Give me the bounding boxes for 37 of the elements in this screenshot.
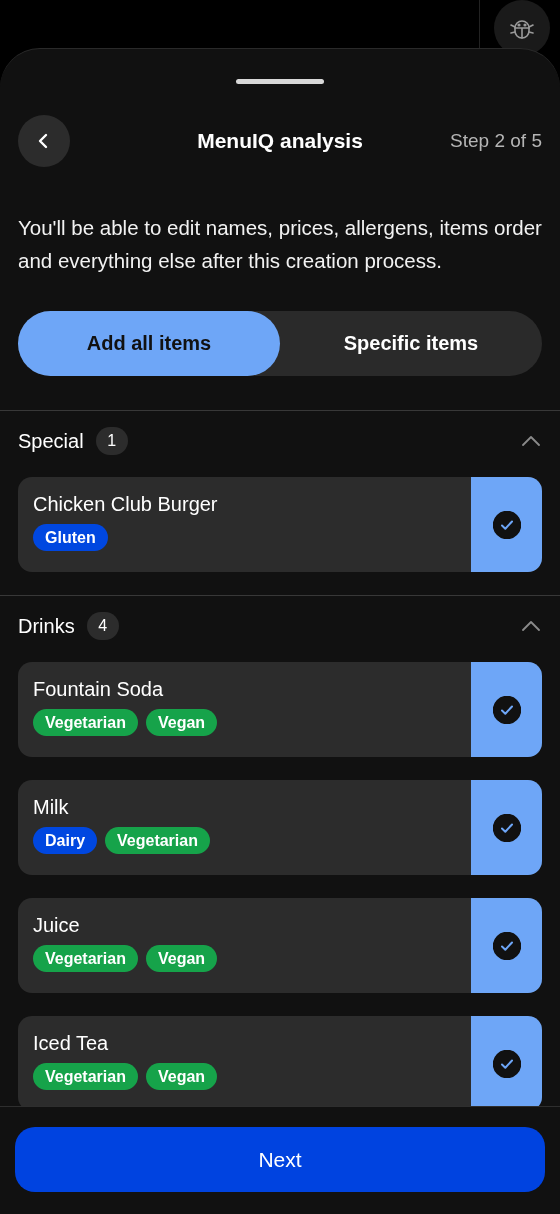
tag: Vegetarian: [105, 827, 210, 854]
tag: Vegan: [145, 709, 218, 736]
tag: Vegetarian: [33, 709, 138, 736]
description-text: You'll be able to edit names, prices, allergens, items order and everything else after this creation process.: [18, 215, 542, 274]
drag-handle[interactable]: [236, 79, 324, 84]
item-name: Juice: [33, 914, 81, 937]
menu-item-card[interactable]: Iced Tea Vegetarian Vegan: [18, 1016, 542, 1106]
checkbox[interactable]: [471, 662, 542, 757]
item-name: Iced Tea: [33, 1032, 110, 1055]
segment-tab[interactable]: Specific items: [280, 311, 542, 376]
menu-item-card[interactable]: Juice Vegetarian Vegan: [18, 898, 542, 993]
tag: Vegetarian: [33, 945, 138, 972]
tag: Dairy: [33, 827, 98, 854]
chevron-up-icon[interactable]: [522, 621, 540, 631]
count-badge: 4: [86, 612, 119, 640]
step-indicator: Step 2 of 5: [450, 130, 542, 152]
checkbox[interactable]: [471, 1016, 542, 1106]
segment-tab[interactable]: Add all items: [18, 311, 280, 376]
tag: Vegan: [145, 945, 218, 972]
tag: Vegetarian: [33, 1063, 138, 1090]
menu-item-card[interactable]: Fountain Soda Vegetarian Vegan: [18, 662, 542, 757]
section-title: Drinks: [18, 614, 75, 638]
chevron-up-icon[interactable]: [522, 436, 540, 446]
section-title: Special: [18, 429, 84, 453]
item-name: Chicken Club Burger: [33, 493, 219, 516]
checkbox[interactable]: [471, 898, 542, 993]
tag: Gluten: [33, 524, 108, 551]
checkbox[interactable]: [471, 780, 542, 875]
menu-item-card[interactable]: Chicken Club Burger Gluten: [18, 477, 542, 572]
tag: Vegan: [145, 1063, 218, 1090]
item-name: Fountain Soda: [33, 678, 165, 701]
item-name: Milk: [33, 796, 70, 819]
checkbox[interactable]: [471, 477, 542, 572]
count-badge: 1: [95, 427, 128, 455]
sheet-title: MenuIQ analysis: [197, 129, 363, 153]
menu-item-card[interactable]: Milk Dairy Vegetarian: [18, 780, 542, 875]
next-button[interactable]: Next: [15, 1127, 545, 1192]
